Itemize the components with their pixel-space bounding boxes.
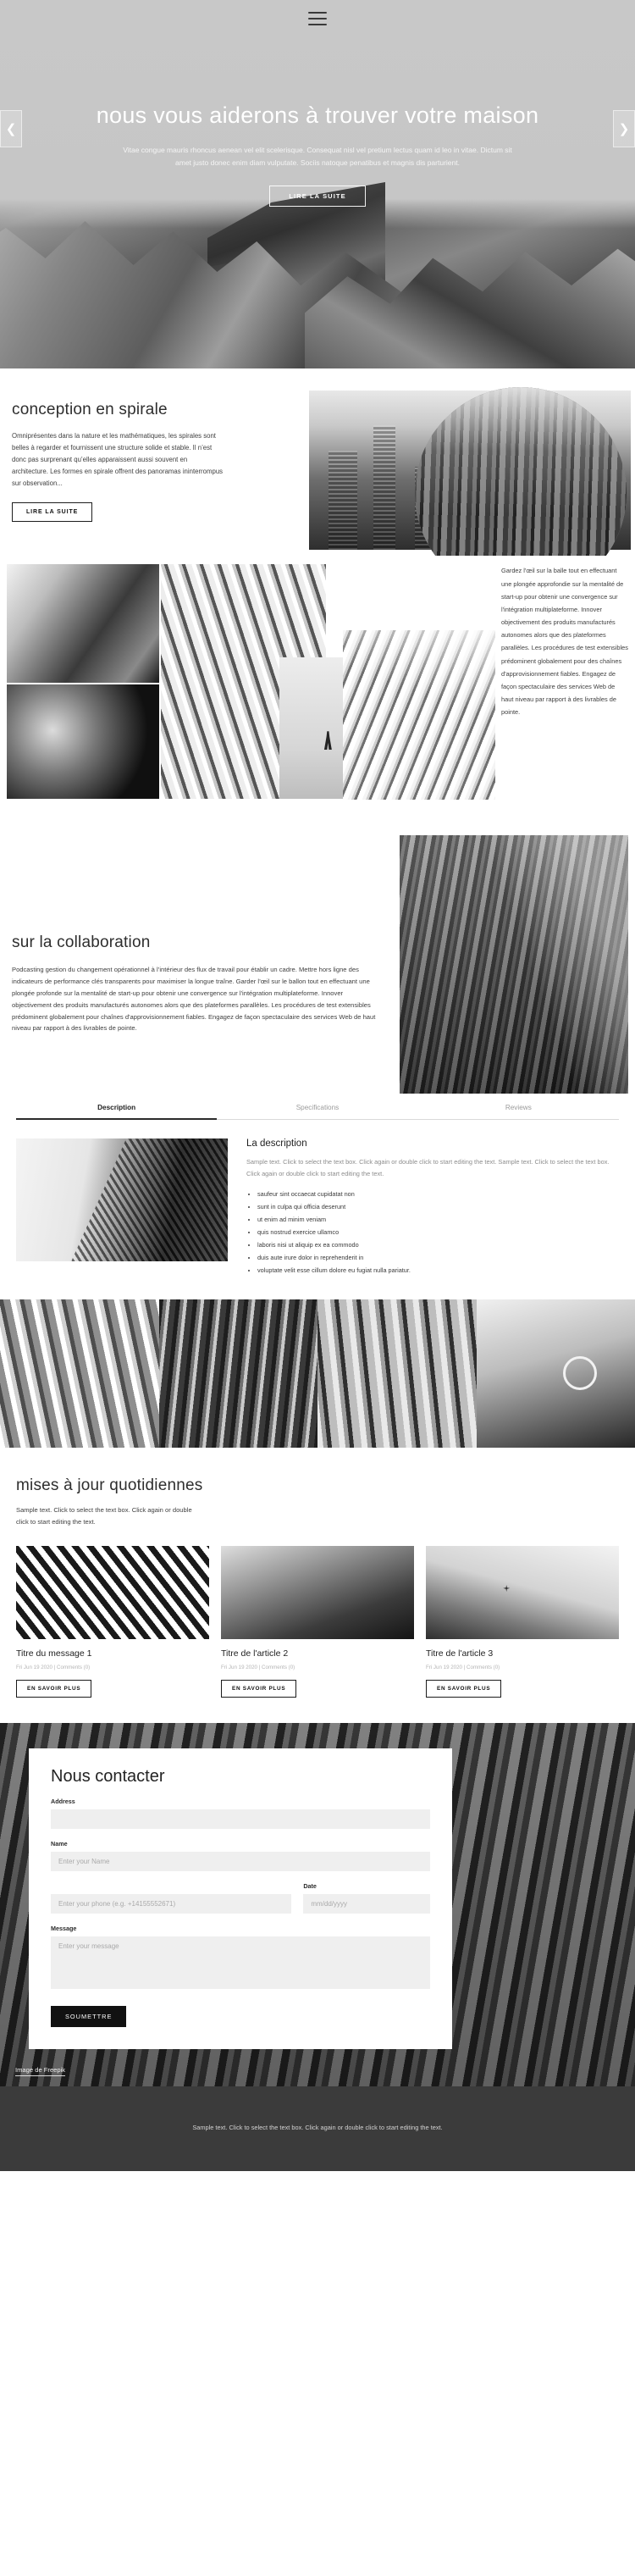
hamburger-bar (308, 24, 327, 25)
collaboration-body: Podcasting gestion du changement opérati… (12, 966, 376, 1033)
tab-panel-list: saufeur sint occaecat cupidatat non sunt… (257, 1188, 619, 1277)
image-credit-link[interactable]: Image de Freepik (15, 2066, 66, 2076)
blog-card: Titre de l'article 2 Fri Jun 19 2020 | C… (221, 1545, 414, 1698)
blog-card-meta: Fri Jun 19 2020 | Comments (0) (426, 1664, 500, 1670)
collaboration-title: sur la collaboration (12, 933, 151, 952)
list-item: duis aute irure dolor in reprehenderit i… (257, 1252, 619, 1264)
mosaic-image-5 (343, 630, 495, 800)
mosaic-aside-text: Gardez l'œil sur la balle tout en effect… (501, 567, 628, 717)
main-navigation (0, 12, 635, 25)
spiral-text-block: conception en spirale Omniprésentes dans… (12, 401, 224, 523)
address-input[interactable] (51, 1809, 430, 1829)
list-item: voluptate velit esse cillum dolore eu fu… (257, 1265, 619, 1277)
chevron-right-icon: ❯ (618, 122, 630, 136)
tab-panel-image (16, 1138, 228, 1262)
hero-title: nous vous aiderons à trouver votre maiso… (96, 102, 539, 128)
hero-cta-button[interactable]: LIRE LA SUITE (269, 186, 366, 208)
spiral-body: Omniprésentes dans la nature et les math… (12, 432, 224, 487)
chevron-left-icon: ❮ (5, 122, 17, 136)
list-item: saufeur sint occaecat cupidatat non (257, 1188, 619, 1200)
blog-card-image (426, 1545, 619, 1639)
image-mosaic-section: Gardez l'œil sur la balle tout en effect… (0, 556, 635, 836)
blog-card-image (221, 1545, 414, 1639)
blog-card-title[interactable]: Titre du message 1 (16, 1648, 209, 1659)
phone-date-row: Date (51, 1882, 430, 1914)
hero-subtitle: Vitae congue mauris rhoncus aenean vel e… (123, 145, 512, 168)
spiral-design-section: conception en spirale Omniprésentes dans… (0, 368, 635, 599)
mosaic-image-2 (7, 684, 159, 800)
hero-rocks-image (0, 208, 635, 368)
tab-description[interactable]: Description (16, 1096, 218, 1121)
updates-subtitle: Sample text. Click to select the text bo… (16, 1506, 192, 1526)
phone-field-group (51, 1893, 292, 1914)
blog-card-cta-button[interactable]: EN SAVOIR PLUS (221, 1679, 297, 1698)
blog-card-list: Titre du message 1 Fri Jun 19 2020 | Com… (16, 1545, 619, 1698)
collaboration-section: sur la collaboration Podcasting gestion … (0, 835, 635, 1094)
blog-card-title[interactable]: Titre de l'article 2 (221, 1648, 414, 1659)
blog-card: Titre du message 1 Fri Jun 19 2020 | Com… (16, 1545, 209, 1698)
blog-card: Titre de l'article 3 Fri Jun 19 2020 | C… (426, 1545, 619, 1698)
date-input[interactable] (303, 1893, 430, 1914)
list-item: sunt in culpa qui officia deserunt (257, 1201, 619, 1213)
gallery-image-3 (318, 1299, 477, 1449)
contact-section: Nous contacter Address Name Date Message… (0, 1723, 635, 2086)
name-label: Name (51, 1839, 68, 1848)
name-input[interactable] (51, 1851, 430, 1871)
date-field-group: Date (303, 1882, 430, 1914)
tab-specifications[interactable]: Specifications (217, 1096, 417, 1120)
blog-card-image (16, 1545, 209, 1639)
tab-panel-description: La description Sample text. Click to sel… (16, 1138, 619, 1277)
blog-card-cta-button[interactable]: EN SAVOIR PLUS (16, 1679, 92, 1698)
message-label: Message (51, 1924, 77, 1932)
list-item: quis nostrud exercice ullamco (257, 1227, 619, 1238)
collaboration-image (400, 835, 628, 1094)
address-label: Address (51, 1797, 75, 1805)
carousel-prev-button[interactable]: ❮ (0, 110, 22, 147)
carousel-next-button[interactable]: ❯ (613, 110, 635, 147)
tab-panel-content: La description Sample text. Click to sel… (246, 1138, 619, 1277)
gallery-image-2 (158, 1299, 318, 1449)
submit-button[interactable]: SOUMETTRE (51, 2005, 127, 2027)
gallery-image-4 (476, 1299, 635, 1449)
message-textarea[interactable] (51, 1936, 430, 1989)
list-item: ut enim ad minim veniam (257, 1214, 619, 1226)
tab-list: Description Specifications Reviews (16, 1096, 619, 1121)
hamburger-menu-icon[interactable] (308, 12, 327, 25)
updates-header: mises à jour quotidiennes Sample text. C… (16, 1476, 619, 1527)
hero-content: nous vous aiderons à trouver votre maiso… (0, 0, 635, 208)
updates-title: mises à jour quotidiennes (16, 1476, 203, 1495)
blog-card-meta: Fri Jun 19 2020 | Comments (0) (16, 1664, 91, 1670)
hamburger-bar (308, 12, 327, 14)
phone-input[interactable] (51, 1893, 292, 1914)
spiral-media-group (203, 387, 631, 599)
collaboration-text-block: sur la collaboration Podcasting gestion … (12, 849, 393, 1034)
tab-reviews[interactable]: Reviews (418, 1096, 619, 1120)
gallery-image-1 (0, 1299, 159, 1449)
tab-panel-paragraph: Sample text. Click to select the text bo… (246, 1158, 610, 1177)
list-item: laboris nisi ut aliquip ex ea commodo (257, 1239, 619, 1251)
hero-section: ❮ ❯ nous vous aiderons à trouver votre m… (0, 0, 635, 368)
gallery-strip (0, 1299, 635, 1449)
contact-title: Nous contacter (51, 1766, 165, 1786)
hamburger-bar (308, 18, 327, 19)
date-label: Date (303, 1881, 317, 1890)
footer-text: Sample text. Click to select the text bo… (192, 2123, 443, 2131)
updates-section: mises à jour quotidiennes Sample text. C… (0, 1448, 635, 1723)
spiral-cta-button[interactable]: LIRE LA SUITE (12, 502, 93, 523)
mosaic-image-1 (7, 564, 159, 684)
blog-card-title[interactable]: Titre de l'article 3 (426, 1648, 619, 1659)
tab-panel-heading: La description (246, 1138, 307, 1150)
page-footer: Sample text. Click to select the text bo… (0, 2086, 635, 2171)
spiral-title: conception en spirale (12, 401, 168, 418)
blog-card-meta: Fri Jun 19 2020 | Comments (0) (221, 1664, 295, 1670)
blog-card-cta-button[interactable]: EN SAVOIR PLUS (426, 1679, 502, 1698)
contact-form-card: Nous contacter Address Name Date Message… (29, 1748, 452, 2049)
tabs-section: Description Specifications Reviews La de… (0, 1089, 635, 1300)
